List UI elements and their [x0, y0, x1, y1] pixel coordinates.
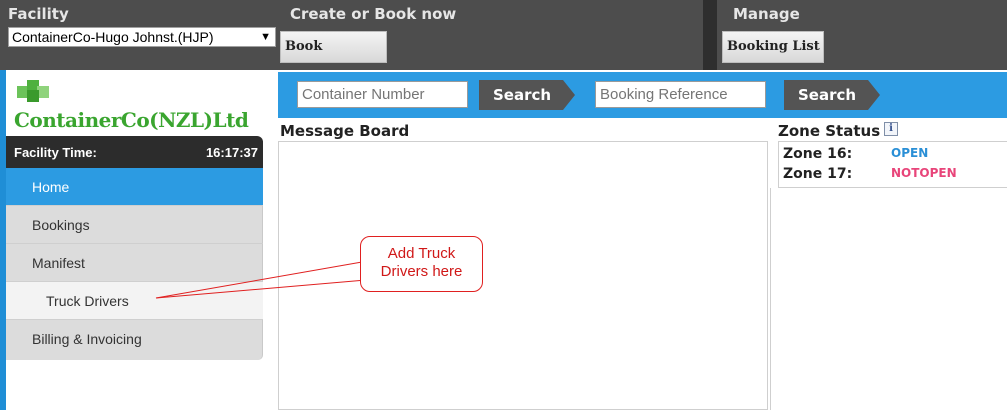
container-logo-icon — [17, 80, 49, 102]
top-header: Facility ContainerCo-Hugo Johnst.(HJP) ▼… — [0, 0, 1007, 70]
zone-status-title: Zone Status — [778, 122, 881, 140]
header-divider — [703, 0, 717, 70]
sidebar-item-bookings[interactable]: Bookings — [6, 206, 263, 244]
booking-search-label: Search — [798, 86, 857, 104]
info-icon[interactable]: i — [884, 122, 898, 136]
facility-time-value: 16:17:37 — [205, 145, 258, 160]
zone-row: Zone 17: NOTOPEN — [779, 164, 1007, 184]
zone-status-value: OPEN — [891, 146, 929, 160]
booking-list-button[interactable]: Booking List — [722, 31, 824, 63]
manage-label: Manage — [733, 5, 800, 23]
annotation-callout: Add Truck Drivers here — [360, 236, 483, 292]
facility-select[interactable]: ContainerCo-Hugo Johnst.(HJP) ▼ — [8, 27, 276, 47]
sidebar-item-billing-invoicing[interactable]: Billing & Invoicing — [6, 320, 263, 358]
sidebar-item-truck-drivers[interactable]: Truck Drivers — [6, 282, 263, 320]
sidebar-item-manifest[interactable]: Manifest — [6, 244, 263, 282]
container-number-input[interactable] — [297, 81, 468, 108]
create-book-label: Create or Book now — [290, 5, 457, 23]
logo-text: ContainerCo(NZL)Ltd — [14, 108, 249, 132]
zone-row: Zone 16: OPEN — [779, 144, 1007, 164]
facility-time-label: Facility Time: — [14, 145, 97, 160]
facility-label: Facility — [8, 5, 69, 23]
facility-time-bar: Facility Time: 16:17:37 — [6, 136, 263, 168]
booking-reference-input[interactable] — [595, 81, 766, 108]
message-board-title: Message Board — [280, 122, 410, 140]
callout-line-1: Add Truck — [387, 245, 456, 262]
container-search-button[interactable]: Search — [479, 80, 575, 110]
container-search-label: Search — [493, 86, 552, 104]
zone-status-column-border — [770, 188, 771, 410]
booking-search-button[interactable]: Search — [784, 80, 880, 110]
sidebar-item-home[interactable]: Home — [6, 168, 263, 206]
dropdown-arrow-icon: ▼ — [260, 31, 271, 43]
book-button[interactable]: Book — [280, 31, 387, 63]
sidebar-nav: Home Bookings Manifest Truck Drivers Bil… — [6, 168, 263, 360]
search-bar: Search Search — [278, 72, 1007, 118]
arrow-tip-icon — [563, 80, 575, 110]
zone-status-value: NOTOPEN — [891, 166, 957, 180]
zone-status-panel: Zone 16: OPEN Zone 17: NOTOPEN — [778, 141, 1007, 188]
zone-label: Zone 16: — [783, 146, 853, 162]
callout-line-2: Drivers here — [380, 263, 463, 280]
facility-select-value: ContainerCo-Hugo Johnst.(HJP) — [12, 29, 214, 45]
arrow-tip-icon — [868, 80, 880, 110]
message-board-panel — [278, 141, 768, 410]
zone-label: Zone 17: — [783, 166, 853, 182]
